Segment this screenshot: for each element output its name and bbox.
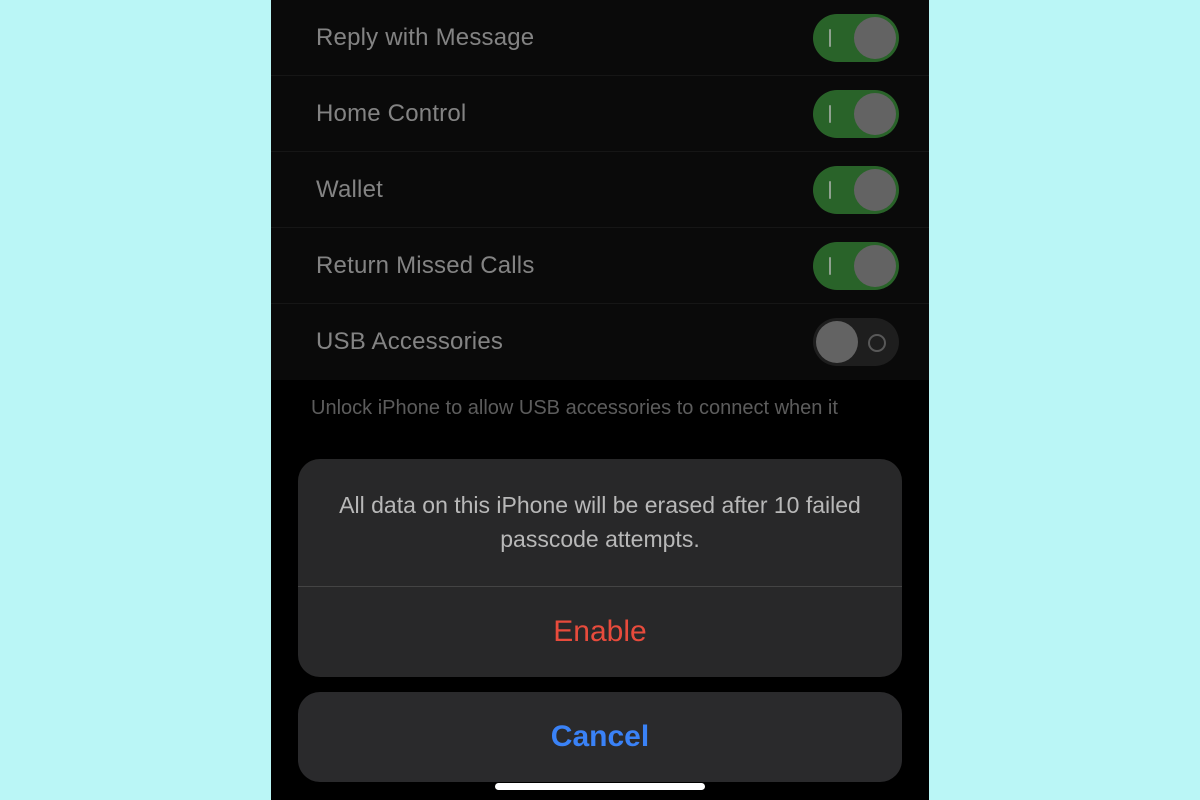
alert-message: All data on this iPhone will be erased a…	[298, 459, 902, 587]
action-sheet: All data on this iPhone will be erased a…	[298, 459, 902, 677]
enable-button[interactable]: Enable	[298, 587, 902, 677]
home-indicator[interactable]	[495, 783, 705, 790]
cancel-button[interactable]: Cancel	[298, 692, 902, 782]
phone-frame: Reply with Message Home Control Wallet R…	[271, 0, 929, 800]
action-sheet-container: All data on this iPhone will be erased a…	[271, 459, 929, 800]
